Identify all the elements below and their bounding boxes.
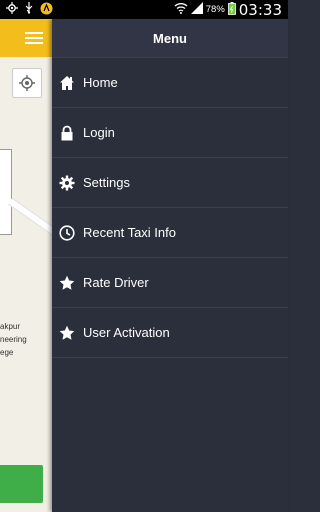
menu-item-user-activation[interactable]: User Activation — [52, 308, 288, 358]
menu-item-login[interactable]: Login — [52, 108, 288, 158]
menu-item-label: Recent Taxi Info — [83, 225, 176, 240]
hamburger-menu-icon[interactable] — [25, 32, 43, 44]
crosshair-icon — [19, 75, 35, 91]
app-header — [0, 19, 52, 57]
star-icon — [59, 275, 75, 291]
battery-percent: 78% — [205, 4, 225, 15]
map-place-label: akpur neering ege — [0, 322, 27, 357]
gps-icon — [6, 2, 18, 17]
clock-icon — [59, 224, 75, 241]
status-bar: 78% 03:33 — [0, 0, 288, 19]
gear-icon — [59, 175, 75, 191]
clock-time: 03:33 — [238, 0, 282, 19]
menu-item-recent-taxi-info[interactable]: Recent Taxi Info — [52, 208, 288, 258]
menu-item-label: Login — [83, 125, 115, 140]
menu-item-rate-driver[interactable]: Rate Driver — [52, 258, 288, 308]
map-panel: akpur neering ege — [0, 19, 52, 512]
star-icon — [59, 325, 75, 341]
map-building — [0, 149, 12, 235]
menu-item-label: Home — [83, 75, 118, 90]
home-icon — [59, 75, 75, 91]
navigation-drawer: Menu Home Login Settings Recent Taxi Inf… — [52, 19, 288, 512]
menu-item-settings[interactable]: Settings — [52, 158, 288, 208]
locate-me-button[interactable] — [12, 68, 42, 98]
notification-icon — [40, 2, 53, 18]
menu-item-label: User Activation — [83, 325, 170, 340]
signal-icon — [190, 2, 203, 17]
menu-item-label: Rate Driver — [83, 275, 149, 290]
drawer-title: Menu — [52, 19, 288, 58]
book-taxi-button[interactable] — [0, 465, 43, 503]
lock-icon — [59, 125, 75, 141]
map-road — [7, 197, 52, 239]
wifi-icon — [174, 2, 188, 17]
menu-item-home[interactable]: Home — [52, 58, 288, 108]
battery-icon — [227, 1, 236, 18]
usb-icon — [24, 2, 34, 17]
menu-item-label: Settings — [83, 175, 130, 190]
